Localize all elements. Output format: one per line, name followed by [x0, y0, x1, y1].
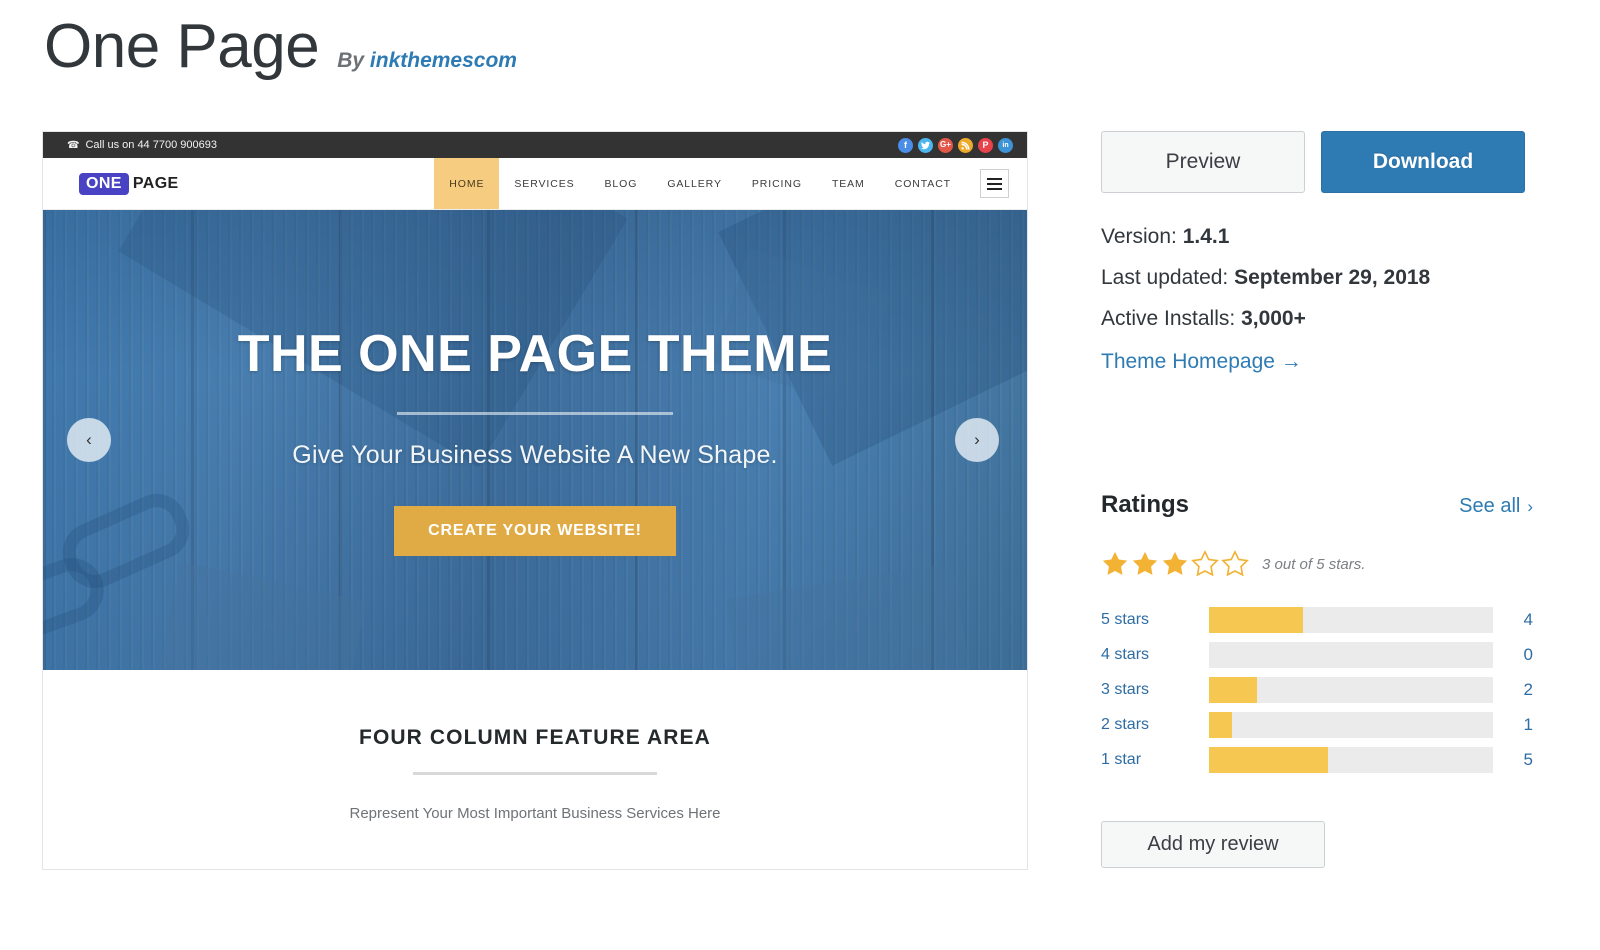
- meta-updated-label: Last updated:: [1101, 266, 1229, 289]
- rating-bar-row: 5 stars 4: [1101, 607, 1533, 633]
- rating-bar-track: [1209, 712, 1493, 738]
- page-title: One Page: [44, 12, 320, 81]
- ratings-section: Ratings See all › 3 out of 5 stars. 5 st…: [1101, 491, 1533, 868]
- feature-divider: [413, 772, 657, 775]
- chevron-right-icon: ›: [1527, 496, 1533, 516]
- menu-item-contact[interactable]: CONTACT: [880, 158, 966, 209]
- ratings-title: Ratings: [1101, 491, 1190, 518]
- rating-note: 3 out of 5 stars.: [1262, 555, 1366, 573]
- hero-heading: THE ONE PAGE THEME: [237, 325, 833, 383]
- see-all-ratings-link[interactable]: See all ›: [1459, 495, 1533, 518]
- carousel-next-icon[interactable]: ›: [955, 418, 999, 462]
- phone-icon: ☎: [67, 139, 80, 151]
- rating-bar-count: 2: [1523, 680, 1533, 699]
- rating-bar-label[interactable]: 1 star: [1101, 751, 1209, 769]
- rating-bar-fill: [1209, 677, 1258, 703]
- ratings-header: Ratings See all ›: [1101, 491, 1533, 519]
- byline: By inkthemescom: [337, 49, 517, 73]
- rss-icon[interactable]: [958, 137, 973, 153]
- hero-cta-button[interactable]: CREATE YOUR WEBSITE!: [394, 506, 676, 556]
- ratings-breakdown-chart: 5 stars 4 4 stars 0 3 stars 2 2 stars 1 1 star 5: [1101, 607, 1533, 773]
- menu-item-blog[interactable]: BLOG: [590, 158, 653, 209]
- google-plus-icon[interactable]: G+: [938, 137, 953, 153]
- pinterest-icon[interactable]: P: [978, 137, 993, 153]
- theme-screenshot-card[interactable]: ☎ Call us on 44 7700 900693 f G+ P in ON…: [42, 131, 1028, 870]
- rating-bar-row: 4 stars 0: [1101, 642, 1533, 668]
- add-my-review-button[interactable]: Add my review: [1101, 821, 1325, 868]
- meta-version-label: Version:: [1101, 225, 1177, 248]
- logo-text: PAGE: [132, 174, 179, 192]
- rating-bar-row: 1 star 5: [1101, 747, 1533, 773]
- byline-author-link[interactable]: inkthemescom: [370, 49, 517, 72]
- meta-updated-value: September 29, 2018: [1234, 266, 1431, 289]
- rating-bar-count: 4: [1523, 610, 1533, 629]
- feature-title: FOUR COLUMN FEATURE AREA: [359, 726, 711, 749]
- star-filled-icon[interactable]: [1131, 550, 1159, 578]
- rating-bar-row: 3 stars 2: [1101, 677, 1533, 703]
- rating-bar-label[interactable]: 5 stars: [1101, 611, 1209, 629]
- menu-item-team[interactable]: TEAM: [817, 158, 880, 209]
- hero-divider: [397, 412, 673, 415]
- star-filled-icon[interactable]: [1101, 550, 1129, 578]
- theme-detail-page: One Page By inkthemescom ☎ Call us on 44…: [0, 0, 1600, 950]
- rating-bar-label[interactable]: 2 stars: [1101, 716, 1209, 734]
- theme-homepage-link[interactable]: Theme Homepage →: [1101, 350, 1302, 374]
- meta-installs-value: 3,000+: [1241, 307, 1306, 330]
- rating-bar-fill: [1209, 712, 1232, 738]
- menu-item-pricing[interactable]: PRICING: [737, 158, 817, 209]
- rating-bar-count: 5: [1523, 750, 1533, 769]
- preview-topbar: ☎ Call us on 44 7700 900693 f G+ P in: [43, 132, 1027, 158]
- rating-bar-track: [1209, 642, 1493, 668]
- hero-content: THE ONE PAGE THEME Give Your Business We…: [43, 210, 1027, 670]
- rating-bar-count: 1: [1523, 715, 1533, 734]
- rating-bar-track: [1209, 607, 1493, 633]
- action-buttons: Preview Download: [1101, 131, 1533, 193]
- twitter-icon[interactable]: [918, 137, 933, 153]
- star-rating[interactable]: [1101, 550, 1249, 578]
- meta-installs-label: Active Installs:: [1101, 307, 1236, 330]
- facebook-icon[interactable]: f: [898, 137, 913, 153]
- rating-bar-track: [1209, 747, 1493, 773]
- theme-sidebar: Preview Download Version: 1.4.1 Last upd…: [1101, 131, 1533, 868]
- preview-navbar: ONE PAGE HOME SERVICES BLOG GALLERY PRIC…: [43, 158, 1027, 210]
- rating-bar-row: 2 stars 1: [1101, 712, 1533, 738]
- rating-bar-fill: [1209, 747, 1329, 773]
- rating-bar-fill: [1209, 607, 1303, 633]
- star-empty-icon[interactable]: [1221, 550, 1249, 578]
- menu-item-services[interactable]: SERVICES: [499, 158, 589, 209]
- average-rating-row: 3 out of 5 stars.: [1101, 550, 1533, 578]
- meta-version: Version: 1.4.1: [1101, 225, 1533, 249]
- preview-hero: ‹ › THE ONE PAGE THEME Give Your Busines…: [43, 210, 1027, 670]
- theme-meta: Version: 1.4.1 Last updated: September 2…: [1101, 225, 1533, 374]
- meta-version-value: 1.4.1: [1182, 225, 1230, 248]
- rating-bar-label[interactable]: 4 stars: [1101, 646, 1209, 664]
- rating-bar-count: 0: [1523, 645, 1533, 664]
- preview-logo[interactable]: ONE PAGE: [43, 158, 179, 209]
- meta-installs: Active Installs: 3,000+: [1101, 307, 1533, 331]
- byline-prefix: By: [337, 49, 365, 72]
- star-empty-icon[interactable]: [1191, 550, 1219, 578]
- carousel-prev-icon[interactable]: ‹: [67, 418, 111, 462]
- linkedin-icon[interactable]: in: [998, 137, 1013, 153]
- meta-updated: Last updated: September 29, 2018: [1101, 266, 1533, 290]
- download-button[interactable]: Download: [1321, 131, 1525, 193]
- rating-bar-track: [1209, 677, 1493, 703]
- menu-item-home[interactable]: HOME: [434, 158, 500, 209]
- preview-phone-text: Call us on 44 7700 900693: [85, 139, 217, 151]
- star-filled-icon[interactable]: [1161, 550, 1189, 578]
- preview-feature-section: FOUR COLUMN FEATURE AREA Represent Your …: [43, 670, 1027, 822]
- preview-button[interactable]: Preview: [1101, 131, 1305, 193]
- preview-social-list: f G+ P in: [898, 137, 1013, 153]
- page-title-row: One Page By inkthemescom: [44, 16, 517, 78]
- hamburger-menu-icon[interactable]: [980, 169, 1009, 198]
- feature-subtitle: Represent Your Most Important Business S…: [349, 805, 721, 822]
- preview-menu: HOME SERVICES BLOG GALLERY PRICING TEAM …: [434, 158, 1027, 209]
- logo-badge: ONE: [79, 172, 129, 195]
- preview-phone: ☎ Call us on 44 7700 900693: [67, 139, 217, 151]
- rating-bar-label[interactable]: 3 stars: [1101, 681, 1209, 699]
- hero-subheading: Give Your Business Website A New Shape.: [292, 441, 778, 469]
- see-all-label: See all: [1459, 495, 1521, 517]
- menu-item-gallery[interactable]: GALLERY: [652, 158, 737, 209]
